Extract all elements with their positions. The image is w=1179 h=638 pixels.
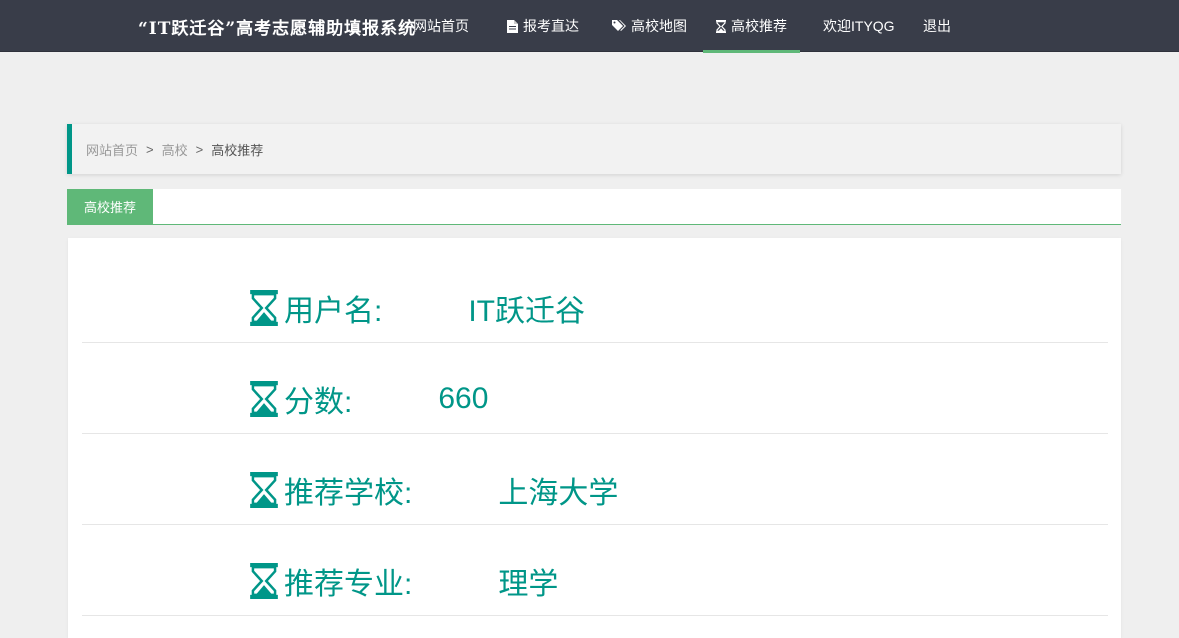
school-label: 推荐学校: [284, 477, 413, 510]
breadcrumb-current: 高校推荐 [211, 142, 264, 158]
nav-report-link[interactable]: 报考直达 [492, 0, 594, 52]
info-row-school: 推荐学校: 上海大学 [82, 434, 1108, 525]
major-value: 理学 [498, 568, 559, 601]
breadcrumb-section-link[interactable]: 高校 [162, 140, 188, 159]
tab-bar: 高校推荐 [67, 189, 1121, 225]
tags-icon [612, 20, 626, 32]
nav-home-label: 网站首页 [413, 18, 469, 34]
info-row-score: 分数: 660 [82, 343, 1108, 434]
username-value: IT跃迁谷 [468, 295, 586, 328]
nav-logout-link[interactable]: 退出 [908, 0, 966, 52]
username-label: 用户名: [284, 295, 383, 328]
breadcrumb-separator: > [195, 141, 204, 157]
hourglass-icon [250, 290, 278, 326]
top-navbar: “IT跃迁谷”高考志愿辅助填报系统 网站首页 报考直达 高校地图 高校推荐 欢迎… [0, 0, 1179, 53]
file-icon [507, 19, 518, 33]
nav-map-link[interactable]: 高校地图 [597, 0, 702, 52]
school-value: 上海大学 [498, 477, 619, 510]
recommendation-panel: 用户名: IT跃迁谷 分数: 660 推荐学校: 上海大学 推荐专业: 理学 [68, 238, 1121, 638]
major-label: 推荐专业: [284, 568, 413, 601]
tab-recommend[interactable]: 高校推荐 [67, 189, 153, 224]
hourglass-icon [250, 381, 278, 417]
info-row-major: 推荐专业: 理学 [82, 525, 1108, 616]
score-label: 分数: [284, 386, 353, 419]
nav-report-label: 报考直达 [523, 18, 579, 34]
nav-home-link[interactable]: 网站首页 [398, 0, 484, 52]
hourglass-icon [716, 19, 726, 33]
nav-user-link[interactable]: 欢迎ITYQG [808, 0, 910, 52]
info-row-username: 用户名: IT跃迁谷 [82, 252, 1108, 343]
breadcrumb-home-link[interactable]: 网站首页 [86, 140, 138, 159]
nav-logout-label: 退出 [923, 18, 951, 34]
score-value: 660 [438, 382, 489, 415]
hourglass-icon [250, 472, 278, 508]
brand-title: “IT跃迁谷”高考志愿辅助填报系统 [138, 19, 417, 39]
nav-recommend-label: 高校推荐 [731, 18, 787, 34]
hourglass-icon [250, 563, 278, 599]
nav-user-label: 欢迎ITYQG [823, 18, 895, 34]
breadcrumb-separator: > [146, 141, 154, 157]
nav-map-label: 高校地图 [631, 18, 687, 34]
nav-recommend-link[interactable]: 高校推荐 [703, 0, 800, 53]
breadcrumb: 网站首页 > 高校 > 高校推荐 [67, 124, 1121, 174]
